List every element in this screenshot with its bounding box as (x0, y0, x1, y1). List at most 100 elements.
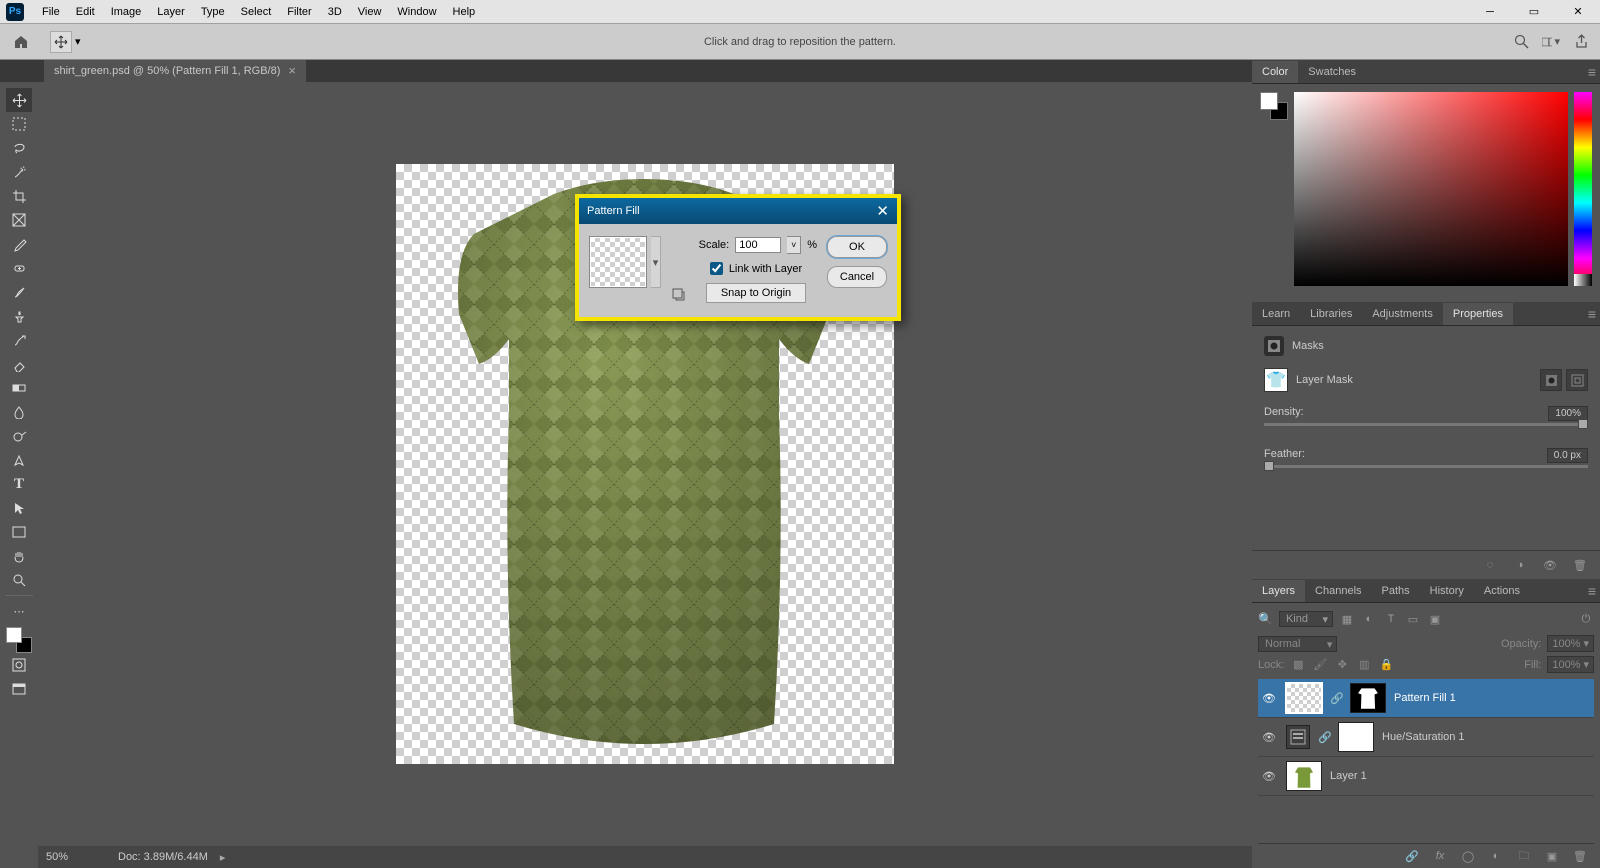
menu-type[interactable]: Type (193, 0, 233, 24)
filter-pixel-icon[interactable]: ▦ (1339, 611, 1355, 627)
new-adjustment-icon[interactable]: ◐ (1488, 848, 1504, 864)
create-pattern-icon[interactable] (671, 287, 685, 301)
window-close-button[interactable]: ✕ (1556, 1, 1600, 23)
tab-actions[interactable]: Actions (1474, 580, 1530, 602)
layer-name[interactable]: Hue/Saturation 1 (1382, 731, 1465, 743)
toggle-mask-icon[interactable]: 👁 (1542, 557, 1558, 573)
menu-select[interactable]: Select (233, 0, 280, 24)
zoom-tool[interactable] (6, 568, 32, 592)
menu-edit[interactable]: Edit (68, 0, 103, 24)
delete-layer-icon[interactable]: 🗑 (1572, 848, 1588, 864)
tab-learn[interactable]: Learn (1252, 303, 1300, 325)
delete-mask-icon[interactable]: 🗑 (1572, 557, 1588, 573)
ok-button[interactable]: OK (827, 236, 887, 258)
density-slider[interactable] (1264, 423, 1588, 426)
visibility-icon[interactable]: 👁 (1260, 692, 1278, 705)
window-maximize-button[interactable]: ▭ (1512, 1, 1556, 23)
path-select-tool[interactable] (6, 496, 32, 520)
hand-tool[interactable] (6, 544, 32, 568)
eraser-tool[interactable] (6, 352, 32, 376)
add-mask-icon[interactable]: ◯ (1460, 848, 1476, 864)
tab-libraries[interactable]: Libraries (1300, 303, 1362, 325)
rectangle-tool[interactable] (6, 520, 32, 544)
filter-adjust-icon[interactable]: ◐ (1361, 611, 1377, 627)
dialog-close-icon[interactable]: ✕ (876, 202, 889, 220)
menu-image[interactable]: Image (103, 0, 150, 24)
new-group-icon[interactable]: 🗀 (1516, 848, 1532, 864)
window-minimize-button[interactable]: ─ (1468, 1, 1512, 23)
layer-row-layer1[interactable]: 👁 Layer 1 (1258, 757, 1594, 796)
doc-info[interactable]: Doc: 3.89M/6.44M (118, 851, 208, 863)
type-tool[interactable]: T (6, 472, 32, 496)
filter-shape-icon[interactable]: ▭ (1405, 611, 1421, 627)
layer-name[interactable]: Layer 1 (1330, 770, 1367, 782)
color-swatches[interactable] (6, 627, 32, 653)
layer-mask-thumb[interactable]: 👕 (1264, 368, 1288, 392)
dodge-tool[interactable] (6, 424, 32, 448)
layer-row-hue-saturation[interactable]: 👁 🔗 Hue/Saturation 1 (1258, 718, 1594, 757)
crop-tool[interactable] (6, 184, 32, 208)
mask-thumb[interactable] (1338, 722, 1374, 752)
blend-mode-select[interactable]: Normal (1258, 636, 1337, 652)
quick-select-tool[interactable] (6, 160, 32, 184)
brush-tool[interactable] (6, 280, 32, 304)
lock-nest-icon[interactable]: ▥ (1356, 657, 1372, 673)
pattern-preview[interactable] (589, 236, 647, 288)
menu-layer[interactable]: Layer (149, 0, 193, 24)
menu-file[interactable]: File (34, 0, 68, 24)
pixel-mask-button[interactable] (1540, 369, 1562, 391)
snap-to-origin-button[interactable]: Snap to Origin (706, 283, 806, 303)
layer-thumb[interactable] (1286, 761, 1322, 791)
scale-input[interactable] (735, 237, 781, 253)
layer-filter-kind[interactable]: Kind (1279, 611, 1333, 627)
screenmode-icon[interactable] (6, 677, 32, 701)
filter-type-icon[interactable]: T (1383, 611, 1399, 627)
panel-menu-icon[interactable]: ≡ (1588, 64, 1596, 80)
tab-channels[interactable]: Channels (1305, 580, 1371, 602)
layer-thumb[interactable] (1286, 683, 1322, 713)
dialog-titlebar[interactable]: Pattern Fill ✕ (579, 198, 897, 224)
home-icon[interactable] (10, 31, 32, 53)
lock-paint-icon[interactable]: 🖌 (1312, 657, 1328, 673)
fill-value[interactable]: 100%▾ (1547, 656, 1594, 673)
lasso-tool[interactable] (6, 136, 32, 160)
document-tab[interactable]: shirt_green.psd @ 50% (Pattern Fill 1, R… (44, 59, 306, 82)
menu-3d[interactable]: 3D (320, 0, 350, 24)
feather-value[interactable]: 0.0 px (1547, 448, 1588, 463)
pen-tool[interactable] (6, 448, 32, 472)
filter-smart-icon[interactable]: ▣ (1427, 611, 1443, 627)
tab-adjustments[interactable]: Adjustments (1362, 303, 1443, 325)
vector-mask-button[interactable] (1566, 369, 1588, 391)
cancel-button[interactable]: Cancel (827, 266, 887, 288)
mask-thumb[interactable] (1350, 683, 1386, 713)
marquee-tool[interactable] (6, 112, 32, 136)
healing-tool[interactable] (6, 256, 32, 280)
tab-paths[interactable]: Paths (1372, 580, 1420, 602)
panel-menu-icon[interactable]: ≡ (1588, 306, 1596, 322)
lock-all-icon[interactable]: 🔒 (1378, 657, 1394, 673)
tab-layers[interactable]: Layers (1252, 580, 1305, 602)
link-with-layer-checkbox[interactable] (710, 262, 723, 275)
frame-tool[interactable] (6, 208, 32, 232)
clone-tool[interactable] (6, 304, 32, 328)
tab-properties[interactable]: Properties (1443, 303, 1513, 325)
tab-swatches[interactable]: Swatches (1298, 61, 1366, 83)
new-layer-icon[interactable]: ▣ (1544, 848, 1560, 864)
invert-mask-icon[interactable]: ◑ (1512, 557, 1528, 573)
eyedropper-tool[interactable] (6, 232, 32, 256)
edit-toolbar-icon[interactable]: ⋯ (6, 599, 32, 623)
mask-edge-icon[interactable]: ◌ (1482, 557, 1498, 573)
workspace-icon[interactable]: ▾ (1542, 33, 1560, 51)
share-icon[interactable] (1572, 33, 1590, 51)
move-tool-options-icon[interactable] (50, 31, 72, 53)
link-layers-icon[interactable]: 🔗 (1404, 848, 1420, 864)
visibility-icon[interactable]: 👁 (1260, 770, 1278, 783)
blur-tool[interactable] (6, 400, 32, 424)
tab-history[interactable]: History (1420, 580, 1474, 602)
color-field[interactable] (1294, 92, 1568, 286)
doc-info-chevron-icon[interactable]: ▸ (220, 851, 226, 864)
pattern-picker-dropdown[interactable]: ▾ (651, 236, 661, 288)
quickmask-icon[interactable] (6, 653, 32, 677)
layer-row-pattern-fill[interactable]: 👁 🔗 Pattern Fill 1 (1258, 679, 1594, 718)
feather-slider[interactable] (1264, 465, 1588, 468)
